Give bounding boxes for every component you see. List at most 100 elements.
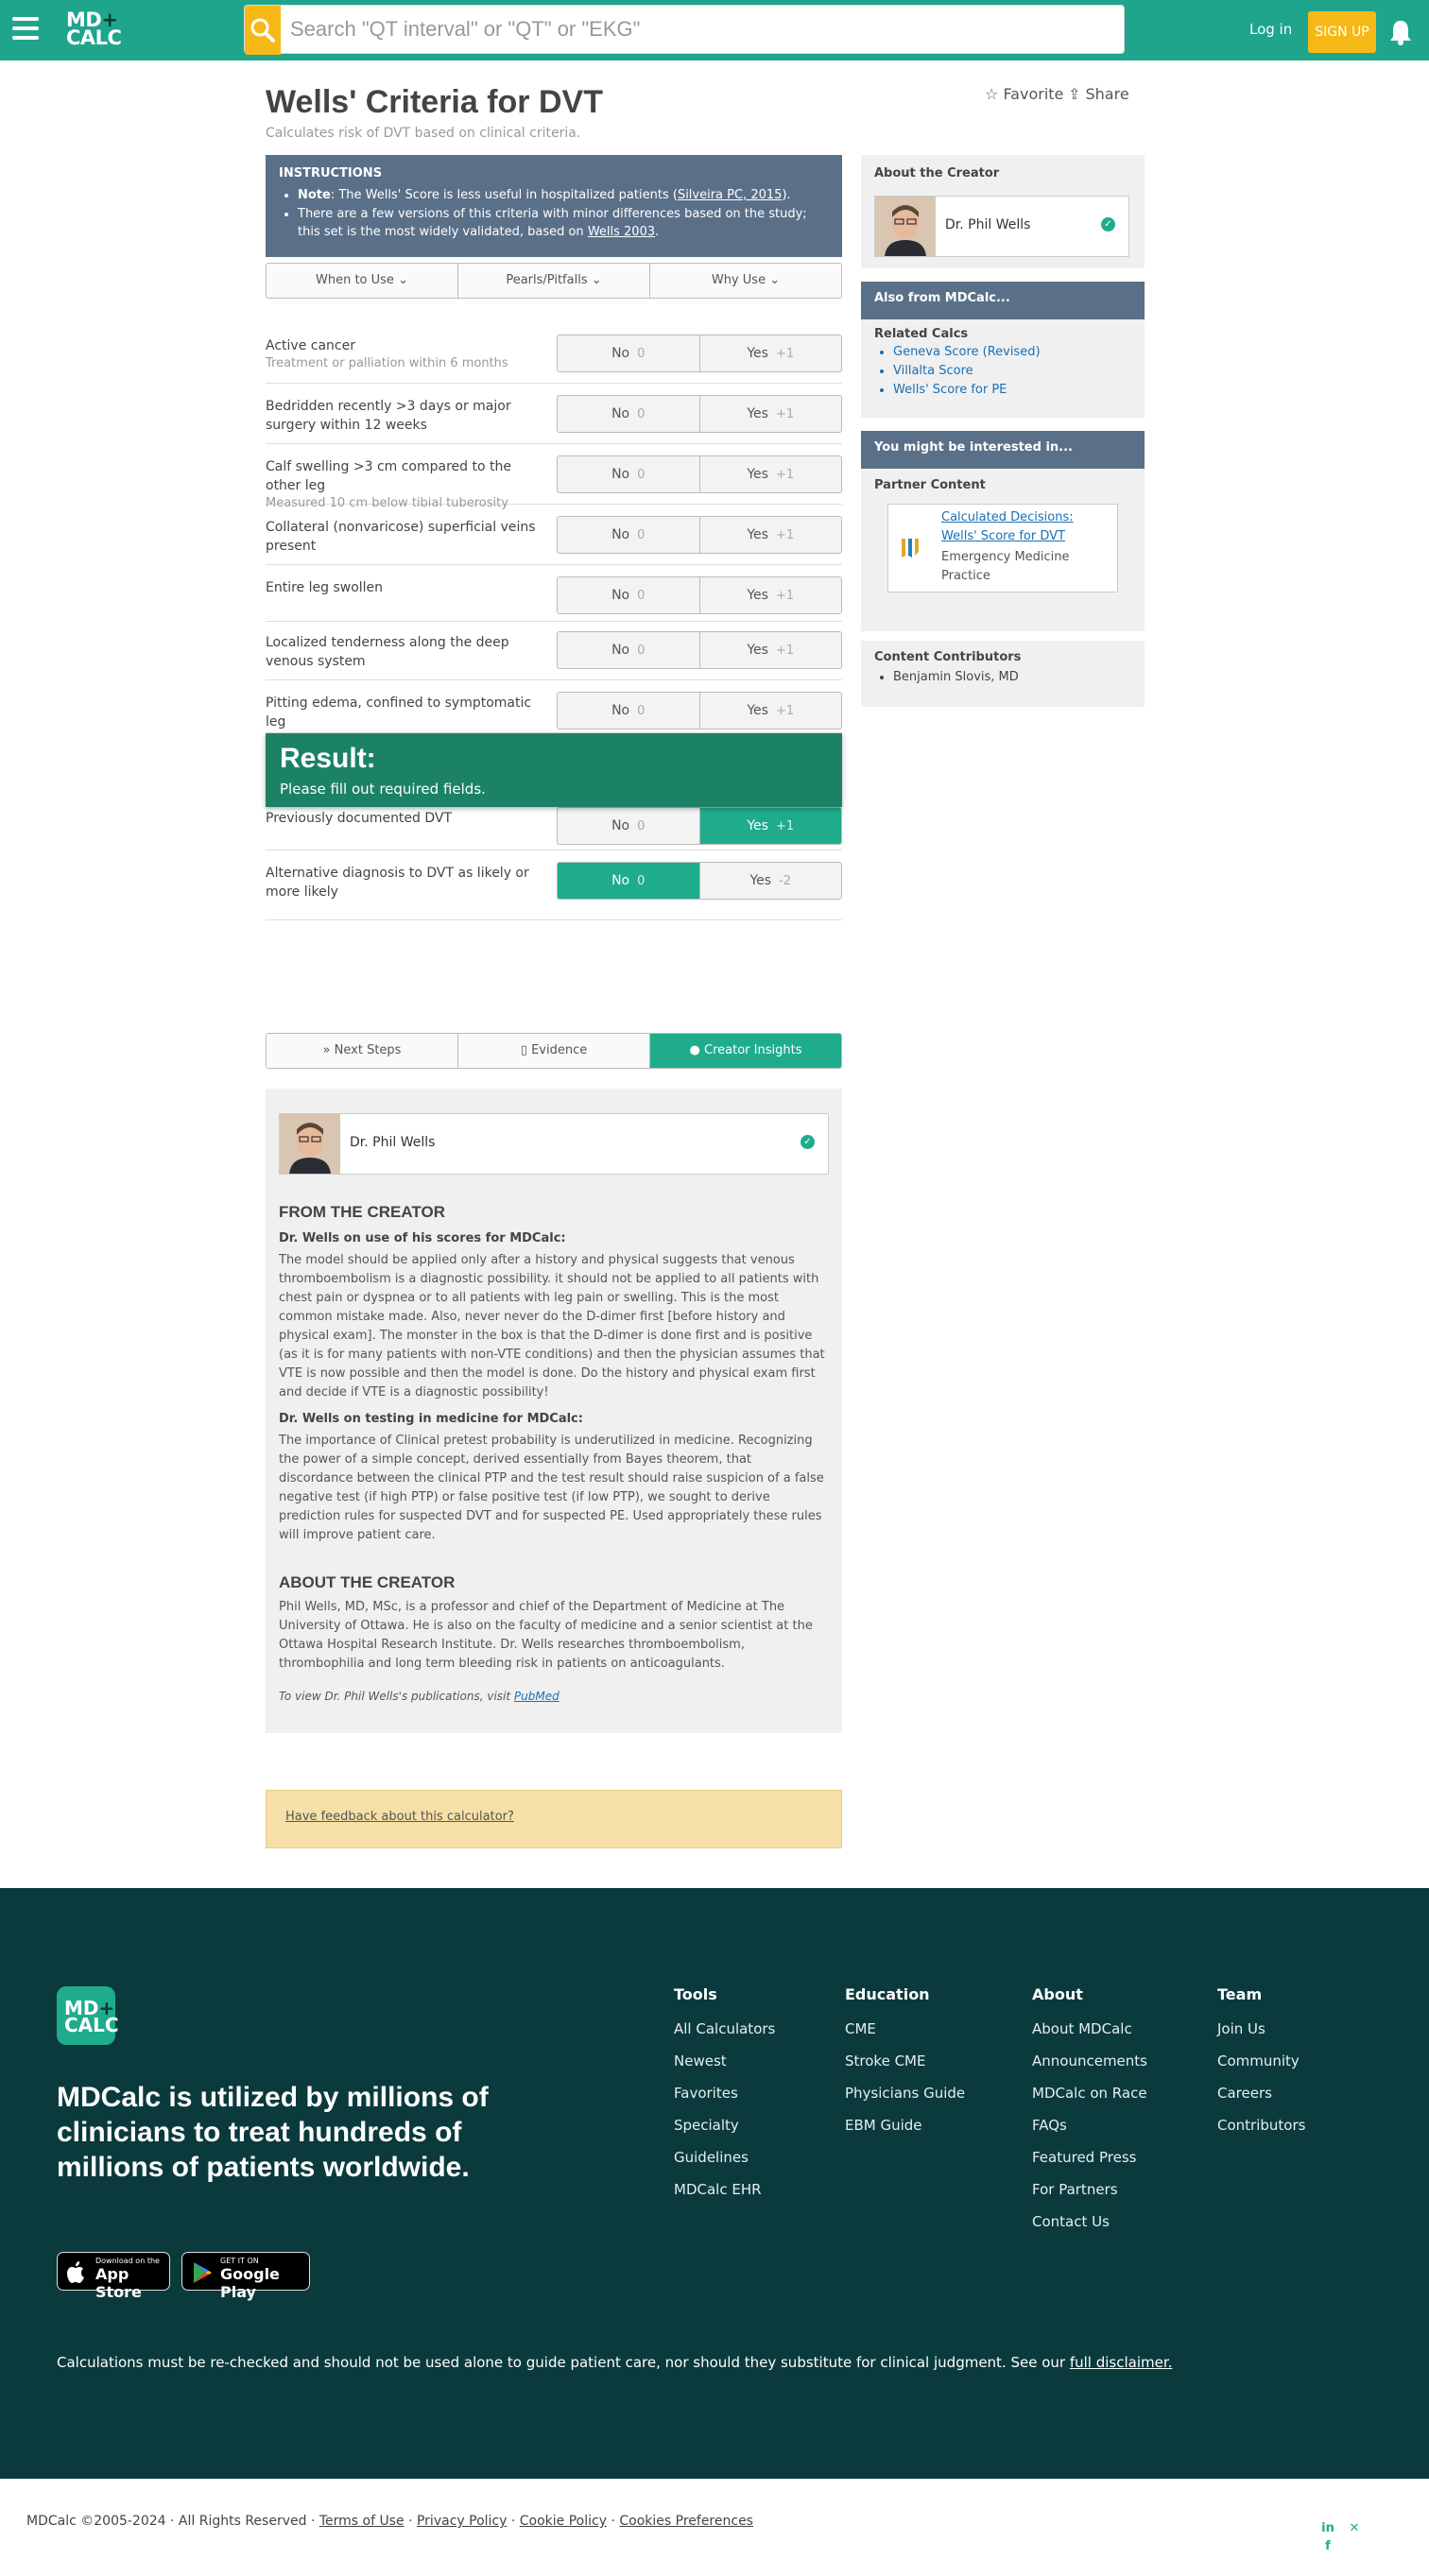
yes-no-toggle: No 0 Yes +1 xyxy=(557,576,842,614)
footer-link[interactable]: Contributors xyxy=(1217,2109,1305,2141)
footer-link[interactable]: CME xyxy=(845,2013,965,2045)
mdcalc-logo[interactable]: MD+ CALC xyxy=(66,10,122,51)
criterion-subtext: Measured 10 cm below tibial tuberosity xyxy=(266,496,508,510)
footer-link[interactable]: Physicians Guide xyxy=(845,2077,965,2109)
footer-logo[interactable]: MD+ CALC xyxy=(57,1986,119,2045)
footer-link[interactable]: Community xyxy=(1217,2045,1305,2077)
no-option-button[interactable]: No 0 xyxy=(558,808,699,844)
criterion-text: Previously documented DVT xyxy=(266,811,453,826)
tab-label: Evidence xyxy=(531,1043,588,1057)
footer-link[interactable]: FAQs xyxy=(1032,2109,1147,2141)
partner-content-link[interactable]: Calculated Decisions: Wells' Score for D… xyxy=(941,508,1111,546)
criterion-text: Alternative diagnosis to DVT as likely o… xyxy=(266,866,529,900)
app-store-badge[interactable]: Download on the App Store xyxy=(57,2252,170,2301)
silveira-link[interactable]: Silveira PC, 2015 xyxy=(678,188,783,202)
yes-option-button[interactable]: Yes +1 xyxy=(698,577,842,613)
instruction-versions: There are a few versions of this criteri… xyxy=(298,205,829,241)
yes-option-button[interactable]: Yes +1 xyxy=(698,335,842,371)
yes-option-button[interactable]: Yes -2 xyxy=(698,863,842,899)
yes-option-button[interactable]: Yes +1 xyxy=(698,693,842,729)
tab-pearls-pitfalls[interactable]: Pearls/Pitfalls ⌄ xyxy=(458,264,650,298)
tab-next-steps[interactable]: » Next Steps xyxy=(267,1034,458,1068)
yes-option-button[interactable]: Yes +1 xyxy=(698,396,842,432)
share-button[interactable]: ⇪ Share xyxy=(1068,85,1129,103)
footer-link[interactable]: Specialty xyxy=(674,2109,775,2141)
search-input[interactable] xyxy=(290,13,1103,45)
calculator-title: Wells' Criteria for DVT xyxy=(266,84,603,120)
facebook-icon[interactable]: f xyxy=(1321,2540,1334,2553)
yes-option-button[interactable]: Yes +1 xyxy=(698,808,841,844)
favorite-button[interactable]: ☆ Favorite xyxy=(985,85,1063,103)
yes-no-toggle: No 0 Yes +1 xyxy=(557,335,842,372)
footer-link[interactable]: MDCalc on Race xyxy=(1032,2077,1147,2109)
sidebar-creator-card[interactable]: Dr. Phil Wells ✓ xyxy=(874,196,1129,257)
instructions-panel: INSTRUCTIONS Note: The Wells' Score is l… xyxy=(266,155,842,257)
tab-evidence[interactable]: ▯ Evidence xyxy=(458,1034,650,1068)
footer-disclaimer: Calculations must be re-checked and shou… xyxy=(57,2354,1172,2371)
bell-icon[interactable] xyxy=(1388,19,1413,45)
no-option-button[interactable]: No 0 xyxy=(558,456,699,492)
no-option-button[interactable]: No 0 xyxy=(558,632,699,668)
signup-button[interactable]: SIGN UP xyxy=(1308,11,1376,53)
no-option-button[interactable]: No 0 xyxy=(558,396,699,432)
criterion-label: Alternative diagnosis to DVT as likely o… xyxy=(266,864,540,902)
related-calc-link[interactable]: Wells' Score for PE xyxy=(893,381,1145,400)
footer-link[interactable]: All Calculators xyxy=(674,2013,775,2045)
footer-tagline: MDCalc is utilized by millions of clinic… xyxy=(57,2082,489,2183)
footer-link[interactable]: Guidelines xyxy=(674,2141,775,2173)
share-label: Share xyxy=(1085,85,1129,103)
privacy-link[interactable]: Privacy Policy xyxy=(417,2514,507,2529)
social-links: in ✕ f xyxy=(1321,2517,1397,2553)
chevron-down-icon: ⌄ xyxy=(769,273,781,287)
related-calc-link[interactable]: Geneva Score (Revised) xyxy=(893,343,1145,362)
calculator-subtitle: Calculates risk of DVT based on clinical… xyxy=(266,126,581,141)
footer-link[interactable]: EBM Guide xyxy=(845,2109,965,2141)
x-icon[interactable]: ✕ xyxy=(1348,2522,1361,2535)
google-play-small: GET IT ON xyxy=(220,2257,259,2265)
cookie-preferences-link[interactable]: Cookies Preferences xyxy=(619,2514,753,2529)
footer-link[interactable]: Newest xyxy=(674,2045,775,2077)
feedback-link[interactable]: Have feedback about this calculator? xyxy=(266,1790,842,1848)
tab-when-to-use[interactable]: When to Use ⌄ xyxy=(267,264,458,298)
no-option-button[interactable]: No 0 xyxy=(558,863,699,899)
footer-link[interactable]: Featured Press xyxy=(1032,2141,1147,2173)
terms-link[interactable]: Terms of Use xyxy=(319,2514,405,2529)
linkedin-icon[interactable]: in xyxy=(1321,2522,1334,2535)
google-play-badge[interactable]: GET IT ON Google Play xyxy=(181,2252,310,2301)
footer-link[interactable]: Announcements xyxy=(1032,2045,1147,2077)
menu-icon[interactable] xyxy=(12,17,39,40)
pubmed-link[interactable]: PubMed xyxy=(514,1690,560,1703)
no-option-button[interactable]: No 0 xyxy=(558,517,699,553)
yes-option-button[interactable]: Yes +1 xyxy=(698,517,842,553)
yes-option-button[interactable]: Yes +1 xyxy=(698,456,842,492)
footer-link[interactable]: About MDCalc xyxy=(1032,2013,1147,2045)
wells-2003-link[interactable]: Wells 2003 xyxy=(588,225,655,239)
no-option-button[interactable]: No 0 xyxy=(558,577,699,613)
creator-card[interactable]: Dr. Phil Wells ✓ xyxy=(279,1113,829,1175)
footer-link[interactable]: For Partners xyxy=(1032,2173,1147,2206)
login-link[interactable]: Log in xyxy=(1249,21,1292,38)
search-button[interactable] xyxy=(245,6,281,55)
footer-logo-calc: CALC xyxy=(64,2014,119,2036)
footer-link[interactable]: Contact Us xyxy=(1032,2206,1147,2238)
related-calc-link[interactable]: Villalta Score xyxy=(893,362,1145,381)
instructions-heading: INSTRUCTIONS xyxy=(279,166,383,180)
footer-link[interactable]: Favorites xyxy=(674,2077,775,2109)
footer-link[interactable]: Careers xyxy=(1217,2077,1305,2109)
tab-creator-insights[interactable]: ● Creator Insights xyxy=(650,1034,841,1068)
footer-link[interactable]: Stroke CME xyxy=(845,2045,965,2077)
partner-content-card[interactable]: Calculated Decisions: Wells' Score for D… xyxy=(887,504,1118,592)
tab-label: Creator Insights xyxy=(704,1043,802,1057)
yes-option-button[interactable]: Yes +1 xyxy=(698,632,842,668)
footer-link[interactable]: MDCalc EHR xyxy=(674,2173,775,2206)
yes-no-toggle: No 0 Yes +1 xyxy=(557,516,842,554)
full-disclaimer-link[interactable]: full disclaimer. xyxy=(1070,2354,1173,2371)
no-option-button[interactable]: No 0 xyxy=(558,693,699,729)
no-option-button[interactable]: No 0 xyxy=(558,335,699,371)
cookie-policy-link[interactable]: Cookie Policy xyxy=(520,2514,607,2529)
note-label: Note xyxy=(298,188,331,202)
criterion-text: Bedridden recently >3 days or major surg… xyxy=(266,399,511,433)
footer-link[interactable]: Join Us xyxy=(1217,2013,1305,2045)
tab-why-use[interactable]: Why Use ⌄ xyxy=(650,264,841,298)
search-box[interactable] xyxy=(244,5,1125,55)
